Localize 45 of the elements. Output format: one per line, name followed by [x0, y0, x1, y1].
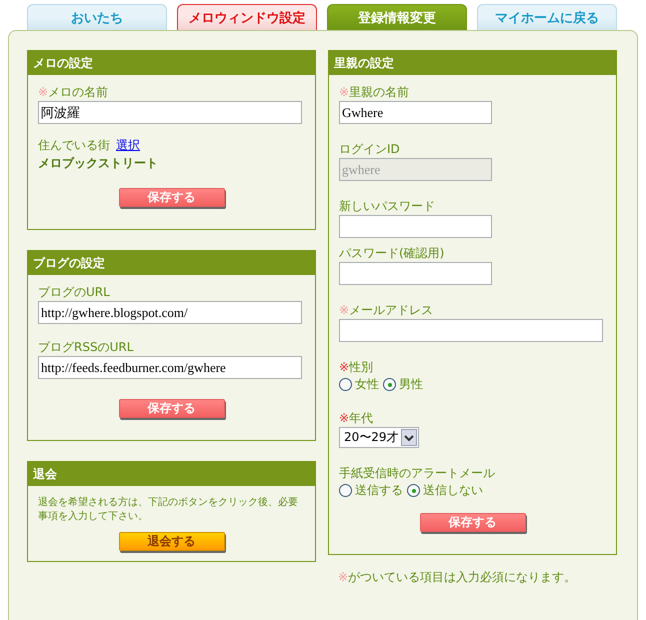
required-note: ※がついている項目は入力必須になります。	[337, 569, 578, 586]
text-field[interactable]: Gwhere	[339, 101, 492, 124]
field-label: 手紙受信時のアラートメール	[339, 466, 496, 480]
radio-button[interactable]	[339, 484, 352, 497]
field-label: ブログRSSのURL	[38, 340, 134, 354]
field-label: 新しいパスワード	[339, 199, 436, 213]
radio-button[interactable]	[339, 378, 352, 391]
text-field[interactable]	[339, 215, 492, 238]
field-label: ※メロの名前	[38, 85, 110, 99]
withdraw-instructions: 退会を希望される方は、下記のボタンをクリック後、必要事項を入力して下さい。	[38, 496, 299, 524]
town-name: メロブックストリート	[38, 155, 159, 172]
radio-option[interactable]: 男性	[383, 376, 423, 393]
tab[interactable]: メロウィンドウ設定	[177, 4, 317, 30]
field-label: ※メールアドレス	[339, 303, 434, 317]
radio-option[interactable]: 女性	[339, 376, 379, 393]
tab[interactable]: 登録情報変更	[327, 4, 467, 30]
panel-title: ブログの設定	[28, 251, 315, 275]
panel-title: 退会	[28, 462, 315, 486]
save-button[interactable]: 保存する	[118, 399, 224, 418]
radio-button[interactable]	[383, 378, 396, 391]
field-label: ログインID	[339, 142, 401, 156]
tab[interactable]: マイホームに戻る	[477, 4, 617, 30]
withdraw-button[interactable]: 退会する	[118, 532, 224, 551]
age-dropdown[interactable]: 20〜29才	[339, 427, 419, 448]
field-label: ※年代	[339, 411, 374, 425]
text-field[interactable]: http://feeds.feedburner.com/gwhere	[38, 356, 302, 379]
field-label: ※里親の名前	[339, 85, 410, 99]
panel-title: メロの設定	[28, 51, 315, 75]
text-field[interactable]: 阿波羅	[38, 101, 302, 124]
radio-option[interactable]: 送信しない	[407, 482, 483, 499]
radio-button[interactable]	[407, 484, 420, 497]
chevron-down-icon	[401, 429, 417, 446]
field-label: ブログのURL	[38, 285, 111, 299]
panel-title: 里親の設定	[329, 51, 616, 75]
tab[interactable]: おいたち	[27, 4, 167, 30]
save-button[interactable]: 保存する	[420, 513, 526, 532]
field-label: パスワード(確認用)	[339, 246, 446, 260]
text-field[interactable]: http://gwhere.blogspot.com/	[38, 301, 302, 324]
save-button[interactable]: 保存する	[118, 188, 224, 207]
radio-option[interactable]: 送信する	[339, 482, 403, 499]
text-field[interactable]	[339, 319, 603, 342]
field-label: ※性別	[339, 360, 374, 374]
text-field[interactable]	[339, 262, 492, 285]
select-link[interactable]: 選択	[116, 138, 140, 152]
field-label: 住んでいる街	[38, 138, 110, 152]
